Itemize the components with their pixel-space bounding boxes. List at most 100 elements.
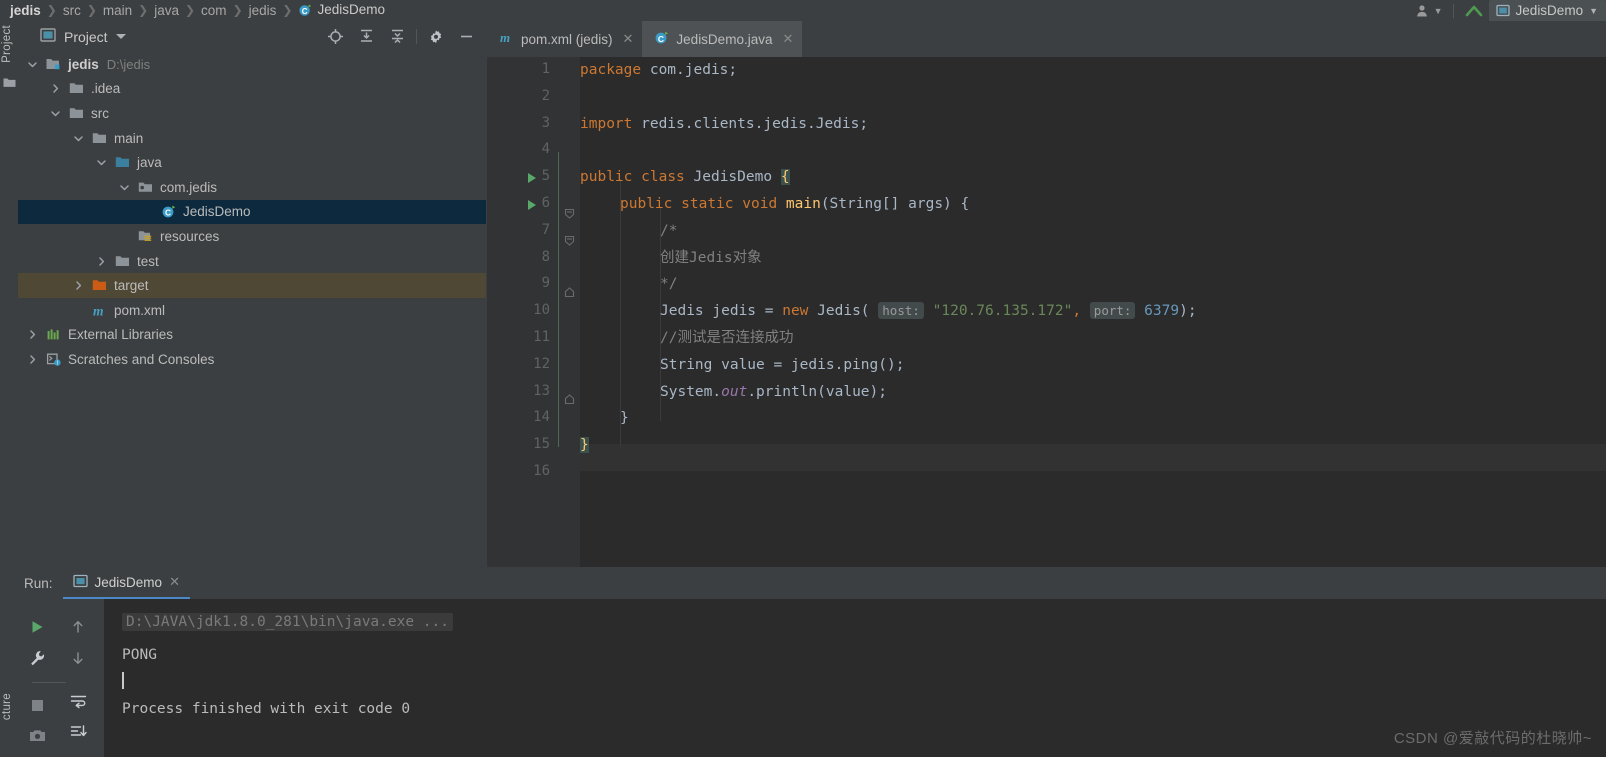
soft-wrap-icon[interactable] <box>64 687 92 715</box>
project-panel-title[interactable]: Project <box>18 28 126 45</box>
chevron-right-icon[interactable] <box>72 279 85 292</box>
run-config-icon <box>1495 4 1510 17</box>
settings-icon[interactable] <box>420 21 451 52</box>
tree-row-pom-xml[interactable]: m pom.xml <box>18 298 486 323</box>
fold-marker-end-icon[interactable] <box>564 393 575 405</box>
expand-all-icon[interactable] <box>351 21 382 52</box>
chevron-right-icon[interactable] <box>49 82 62 95</box>
toolbar-divider <box>416 29 417 44</box>
scratches-icon: ! <box>46 351 62 367</box>
tree-row-idea[interactable]: .idea <box>18 77 486 102</box>
tree-row-test[interactable]: test <box>18 249 486 274</box>
tree-row-target[interactable]: target <box>18 273 486 298</box>
java-class-icon: C <box>298 2 312 23</box>
tree-row-com-jedis[interactable]: com.jedis <box>18 175 486 200</box>
run-config-label: JedisDemo <box>1515 3 1584 18</box>
run-tab-jedisdemo[interactable]: JedisDemo ✕ <box>62 567 190 599</box>
wrench-icon[interactable] <box>23 644 51 672</box>
user-account-button[interactable]: ▼ <box>1410 0 1448 21</box>
tree-row-location: D:\jedis <box>106 56 151 72</box>
breadcrumb-item-java[interactable]: java <box>148 0 185 21</box>
tree-row-resources[interactable]: resources <box>18 224 486 249</box>
tree-row-jedisdemo[interactable]: C JedisDemo <box>18 199 486 225</box>
scroll-up-icon[interactable] <box>64 613 92 641</box>
locate-icon[interactable] <box>320 21 351 52</box>
folder-icon <box>69 81 85 97</box>
run-configuration-selector[interactable]: JedisDemo ▼ <box>1488 0 1606 21</box>
tree-row-src[interactable]: src <box>18 101 486 126</box>
scroll-down-icon[interactable] <box>64 644 92 672</box>
chevron-down-icon[interactable] <box>26 58 39 71</box>
rail-button-structure[interactable]: cture <box>1 693 13 720</box>
code-line-9: */ <box>660 276 678 293</box>
top-right-toolbar: ▼ JedisDemo ▼ <box>1410 0 1606 21</box>
rerun-icon[interactable] <box>23 613 51 641</box>
editor-tab-bar-empty <box>802 21 1606 57</box>
breadcrumb-item-jedis[interactable]: jedis <box>6 0 47 21</box>
stop-icon[interactable] <box>23 691 51 719</box>
chevron-right-icon[interactable] <box>26 353 39 366</box>
chevron-down-icon[interactable] <box>72 132 85 145</box>
breadcrumb-item-class[interactable]: C JedisDemo <box>292 0 391 23</box>
hide-icon[interactable] <box>451 21 482 52</box>
folder-icon <box>69 105 85 121</box>
line-number-10: 10 <box>533 302 550 319</box>
package-icon <box>138 179 154 195</box>
close-icon[interactable]: ✕ <box>782 31 793 47</box>
run-tool-window: Run: JedisDemo ✕ D:\JAVA\jdk1.8.0_281\bi… <box>18 567 1606 757</box>
editor-gutter[interactable]: 1 2 3 4 5 6 7 8 9 10 11 12 13 14 15 16 <box>487 57 558 567</box>
left-tool-rail: Project cture <box>0 21 19 757</box>
chevron-down-icon[interactable] <box>49 107 62 120</box>
breadcrumb: jedis ❯ src ❯ main ❯ java ❯ com ❯ jedis … <box>6 0 391 21</box>
chevron-right-icon[interactable] <box>95 255 108 268</box>
fold-marker-end-icon[interactable] <box>564 286 575 298</box>
fold-column[interactable] <box>558 57 580 567</box>
tree-row-label: com.jedis <box>160 179 218 195</box>
source-folder-icon <box>115 155 131 171</box>
console-output[interactable]: D:\JAVA\jdk1.8.0_281\bin\java.exe ... PO… <box>104 599 1606 757</box>
breadcrumb-item-main[interactable]: main <box>97 0 138 21</box>
code-editor[interactable]: 1 2 3 4 5 6 7 8 9 10 11 12 13 14 15 16 pa <box>487 57 1606 567</box>
code-line-15: } <box>580 437 589 454</box>
breadcrumb-item-src[interactable]: src <box>57 0 87 21</box>
chevron-down-icon[interactable] <box>95 156 108 169</box>
tree-row-scratches-and-consoles[interactable]: ! Scratches and Consoles <box>18 347 486 372</box>
tree-row-java[interactable]: java <box>18 150 486 175</box>
line-number-16: 16 <box>533 463 550 479</box>
tree-row-jedis[interactable]: jedis D:\jedis <box>18 52 486 77</box>
tree-row-external-libraries[interactable]: External Libraries <box>18 323 486 348</box>
java-class-icon: C <box>654 30 669 48</box>
rail-button-project[interactable]: Project <box>1 25 13 63</box>
svg-text:C: C <box>658 34 664 44</box>
tree-row-label: Scratches and Consoles <box>68 351 215 367</box>
fold-marker-icon[interactable] <box>564 234 575 246</box>
camera-icon[interactable] <box>23 721 51 749</box>
close-icon[interactable]: ✕ <box>169 574 180 590</box>
tree-row-main[interactable]: main <box>18 126 486 151</box>
collapse-all-icon[interactable] <box>382 21 413 52</box>
toolbar-divider <box>32 682 66 683</box>
code-line-5: public class JedisDemo { <box>580 169 790 186</box>
code-lines[interactable]: package com.jedis; import redis.clients.… <box>580 57 1606 567</box>
tree-row-label: External Libraries <box>68 327 174 343</box>
run-gutter-icon[interactable] <box>526 172 538 184</box>
breadcrumb-item-jedis-pkg[interactable]: jedis <box>243 0 283 21</box>
editor-tab-label: pom.xml (jedis) <box>521 31 613 47</box>
chevron-right-icon[interactable] <box>26 328 39 341</box>
chevron-down-icon: ▼ <box>1589 5 1598 16</box>
line-number-1: 1 <box>541 61 550 77</box>
editor-tab-jedisdemo-java[interactable]: C JedisDemo.java ✕ <box>642 21 803 59</box>
chevron-down-icon[interactable] <box>115 34 126 39</box>
project-tree[interactable]: jedis D:\jedis .idea src main java com.jedis C J… <box>18 52 486 567</box>
breadcrumb-item-com[interactable]: com <box>195 0 233 21</box>
project-folder-icon <box>3 76 16 87</box>
run-gutter-icon[interactable] <box>526 199 538 211</box>
fold-marker-icon[interactable] <box>564 207 575 219</box>
line-number-2: 2 <box>541 87 550 104</box>
close-icon[interactable]: ✕ <box>623 31 634 47</box>
editor-tab-pom-xml[interactable]: m pom.xml (jedis) ✕ <box>487 21 643 57</box>
svg-text:m: m <box>500 30 510 45</box>
chevron-down-icon[interactable] <box>118 181 131 194</box>
updates-arrow-icon[interactable] <box>1459 0 1489 21</box>
print-icon[interactable] <box>64 717 92 745</box>
